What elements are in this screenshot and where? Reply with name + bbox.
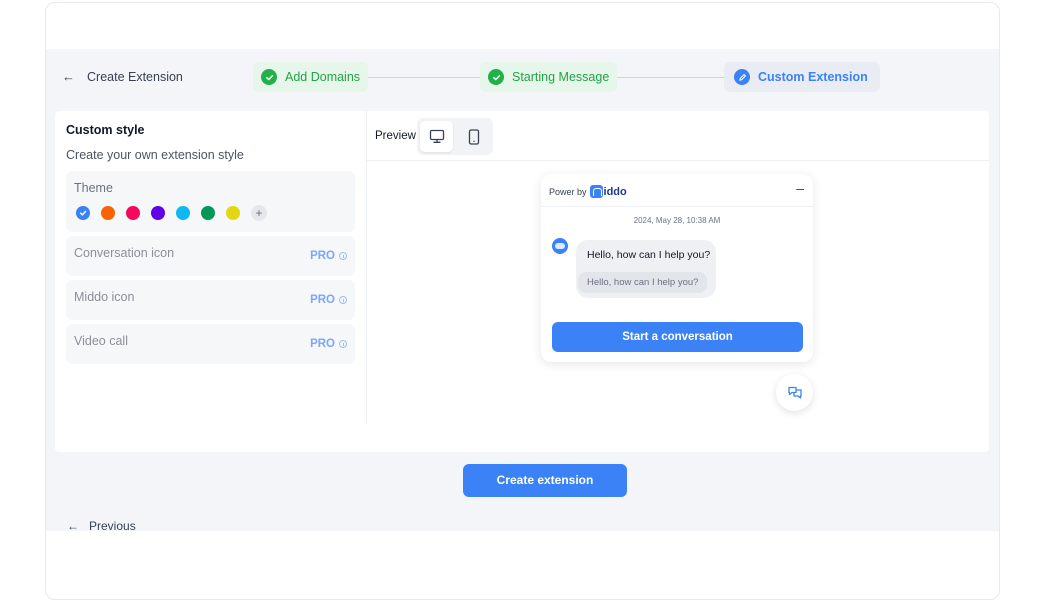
chat-widget-preview: Power by iddo – 2024, May 28, 10:38 AM H… <box>541 174 813 362</box>
option-label: Video call <box>74 334 128 348</box>
panel-title: Custom style <box>66 123 145 137</box>
step-label: Custom Extension <box>758 70 868 84</box>
panel-subtitle: Create your own extension style <box>66 148 244 162</box>
info-icon <box>339 340 347 348</box>
step-custom-extension[interactable]: Custom Extension <box>724 62 880 92</box>
pencil-icon <box>734 69 750 85</box>
theme-color-swatch[interactable] <box>201 206 215 220</box>
option-middo-icon[interactable]: Middo icon PRO <box>66 280 355 320</box>
device-toggle <box>417 118 493 155</box>
logo-text: iddo <box>603 185 627 198</box>
pro-text: PRO <box>310 250 335 262</box>
editor-card: Custom style Create your own extension s… <box>55 111 989 452</box>
pro-badge: PRO <box>310 338 347 350</box>
theme-color-swatch[interactable] <box>176 206 190 220</box>
pro-badge: PRO <box>310 250 347 262</box>
step-starting-message[interactable]: Starting Message <box>480 62 618 92</box>
option-label: Middo icon <box>74 290 135 304</box>
bot-avatar <box>552 238 568 254</box>
previous-button[interactable]: ← Previous <box>67 519 136 533</box>
minimize-button[interactable]: – <box>796 180 804 196</box>
widget-header: Power by iddo – <box>541 174 813 207</box>
step-connector <box>359 77 485 78</box>
suggestion-chip[interactable]: Hello, how can I help you? <box>578 272 708 293</box>
pro-badge: PRO <box>310 294 347 306</box>
pro-text: PRO <box>310 294 335 306</box>
pro-text: PRO <box>310 338 335 350</box>
message-bubble: Hello, how can I help you? Hello, how ca… <box>576 240 716 298</box>
info-icon <box>339 252 347 260</box>
theme-section: Theme + <box>66 171 355 232</box>
preview-panel: Preview Power by iddo – 2024, May 28, 10… <box>367 111 989 452</box>
theme-color-swatch[interactable] <box>126 206 140 220</box>
mobile-view-button[interactable] <box>457 121 490 152</box>
chat-icon <box>787 386 802 399</box>
back-to-list[interactable]: ← Create Extension <box>62 69 183 84</box>
step-label: Starting Message <box>512 70 610 84</box>
theme-label: Theme <box>74 181 113 195</box>
desktop-view-button[interactable] <box>420 121 453 152</box>
check-icon <box>261 69 277 85</box>
chat-launcher-button[interactable] <box>776 374 813 411</box>
add-color-button[interactable]: + <box>251 205 267 221</box>
info-icon <box>339 296 347 304</box>
theme-color-swatch[interactable] <box>101 206 115 220</box>
middo-logo: iddo <box>589 185 627 198</box>
app-frame: ← Create Extension Add Domains Starting … <box>45 2 1000 600</box>
step-label: Add Domains <box>285 70 361 84</box>
preview-toolbar: Preview <box>367 111 989 161</box>
mobile-icon <box>468 128 479 145</box>
desktop-icon <box>429 129 444 143</box>
option-label: Conversation icon <box>74 246 175 260</box>
option-conversation-icon[interactable]: Conversation icon PRO <box>66 236 355 276</box>
theme-swatches: + <box>76 205 267 221</box>
back-arrow-icon: ← <box>62 69 75 84</box>
message-text: Hello, how can I help you? <box>587 249 711 261</box>
preview-label: Preview <box>375 130 416 142</box>
message-date: 2024, May 28, 10:38 AM <box>633 216 721 225</box>
style-panel: Custom style Create your own extension s… <box>55 111 367 424</box>
previous-label: Previous <box>89 519 136 533</box>
check-icon <box>488 69 504 85</box>
theme-color-swatch[interactable] <box>226 206 240 220</box>
power-by: Power by iddo <box>549 185 627 198</box>
option-video-call[interactable]: Video call PRO <box>66 324 355 364</box>
step-add-domains[interactable]: Add Domains <box>253 62 369 92</box>
power-by-text: Power by <box>549 186 587 197</box>
theme-color-swatch[interactable] <box>151 206 165 220</box>
step-connector <box>606 77 726 78</box>
back-arrow-icon: ← <box>67 519 79 533</box>
page-title: Create Extension <box>87 69 183 84</box>
middo-logo-icon <box>589 185 603 198</box>
theme-color-swatch[interactable] <box>76 206 90 220</box>
start-conversation-button[interactable]: Start a conversation <box>552 322 803 352</box>
create-extension-button[interactable]: Create extension <box>463 464 627 497</box>
check-icon <box>79 210 87 216</box>
page-canvas: ← Create Extension Add Domains Starting … <box>46 49 999 533</box>
